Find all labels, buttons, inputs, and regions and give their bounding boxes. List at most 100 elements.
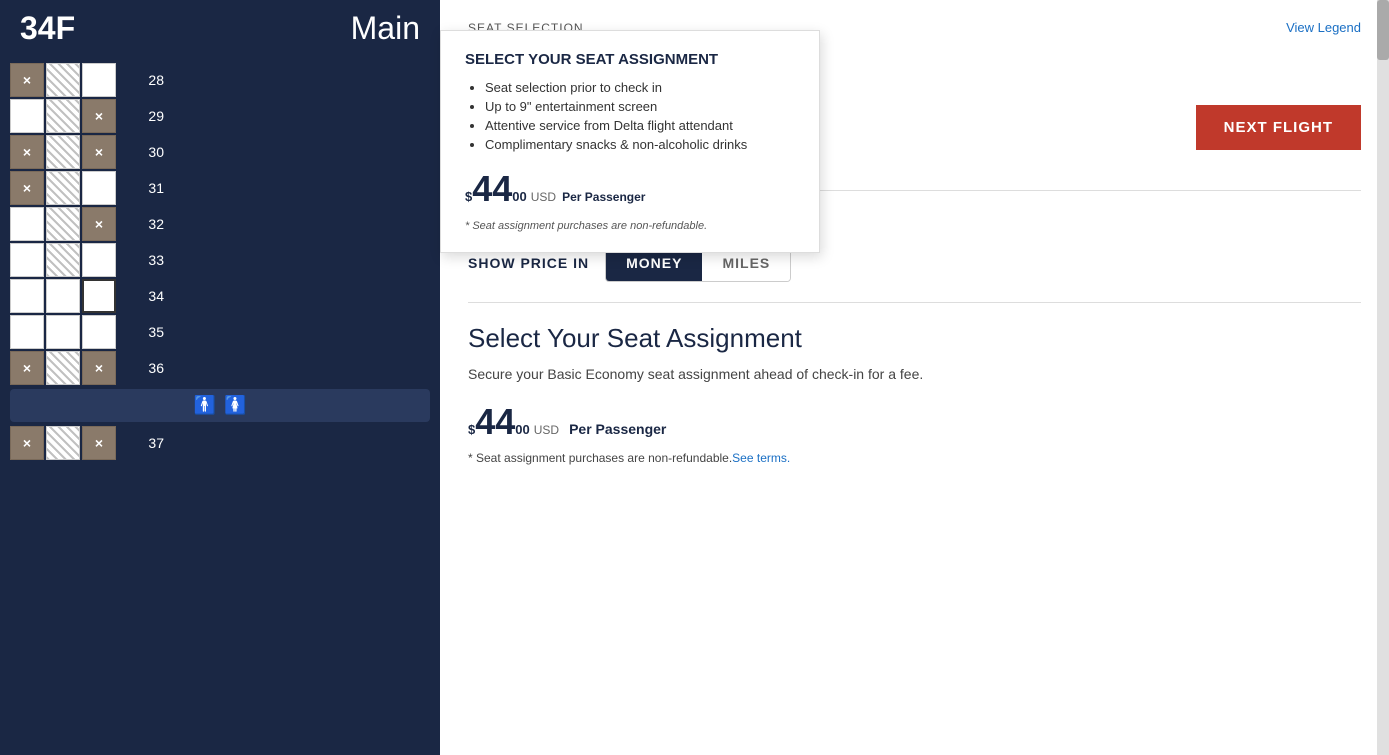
divider-2 (468, 302, 1361, 303)
seats-left (10, 315, 116, 349)
table-row: × 32 (0, 207, 440, 241)
row-number: 28 (136, 72, 164, 88)
seat[interactable] (46, 207, 80, 241)
price-row: $ 44 00 USD Per Passenger (468, 401, 1361, 443)
price-per: Per Passenger (562, 190, 645, 204)
seat-id: 34F (20, 10, 75, 47)
seats-left: × (10, 207, 116, 241)
seat[interactable] (46, 315, 80, 349)
popup-note: * Seat assignment purchases are non-refu… (465, 220, 795, 232)
table-row: 33 (0, 243, 440, 277)
row-number: 33 (136, 252, 164, 268)
row-number: 36 (136, 360, 164, 376)
scrollbar-thumb[interactable] (1377, 0, 1389, 60)
price-amount: 44 (472, 168, 512, 210)
feature-item: Seat selection prior to check in (485, 80, 795, 95)
seat-detail-popup: SELECT YOUR SEAT ASSIGNMENT Seat selecti… (440, 30, 820, 253)
table-row: × 29 (0, 99, 440, 133)
table-row: 34 (0, 279, 440, 313)
seat[interactable]: × (10, 63, 44, 97)
seats-left (10, 279, 116, 313)
feature-item: Complimentary snacks & non-alcoholic dri… (485, 137, 795, 152)
row-number: 34 (136, 288, 164, 304)
refund-note: * Seat assignment purchases are non-refu… (468, 451, 1361, 465)
seats-left (10, 243, 116, 277)
seat[interactable] (46, 243, 80, 277)
restroom-area: 🚹 🚺 (10, 389, 430, 422)
seat[interactable]: × (82, 99, 116, 133)
row-number: 37 (136, 435, 164, 451)
seat[interactable]: × (10, 426, 44, 460)
person-icon: 🚺 (224, 395, 246, 416)
price-unit: USD (534, 423, 559, 437)
seat-map-header: 34F Main (0, 0, 440, 57)
seat-map: 34F Main × 28 × 29 × (0, 0, 440, 755)
next-flight-button[interactable]: NEXT FLIGHT (1196, 105, 1361, 150)
seat-selected[interactable] (82, 279, 116, 313)
section-title: Select Your Seat Assignment (468, 323, 1361, 354)
seats-left: × (10, 171, 116, 205)
see-terms-link[interactable]: See terms. (732, 451, 790, 465)
price-cents: 00 (512, 189, 526, 204)
seat[interactable]: × (82, 351, 116, 385)
person-icon: 🚹 (194, 395, 216, 416)
seat[interactable] (46, 135, 80, 169)
price-main: 44 (475, 401, 515, 443)
row-number: 29 (136, 108, 164, 124)
seat[interactable] (10, 279, 44, 313)
table-row: × × 36 (0, 351, 440, 385)
seat[interactable] (46, 279, 80, 313)
show-price-label: SHOW PRICE IN (468, 255, 589, 271)
seat[interactable]: × (10, 135, 44, 169)
seat[interactable] (46, 63, 80, 97)
seat[interactable]: × (82, 426, 116, 460)
scrollbar[interactable] (1377, 0, 1389, 755)
popup-price: $ 44 00 USD Per Passenger (465, 168, 795, 210)
price-dollar-sign: $ (465, 189, 472, 204)
seat[interactable] (10, 315, 44, 349)
view-legend-link[interactable]: View Legend (1286, 20, 1361, 35)
seat[interactable] (82, 315, 116, 349)
price-sym: $ (468, 422, 475, 437)
seats-left: × × (10, 426, 116, 460)
seat[interactable] (46, 171, 80, 205)
seats-left: × × (10, 135, 116, 169)
table-row: × 31 (0, 171, 440, 205)
seat[interactable] (82, 243, 116, 277)
seats-left: × × (10, 351, 116, 385)
section-desc: Secure your Basic Economy seat assignmen… (468, 364, 1361, 385)
seat-map-rows: × 28 × 29 × × 30 (0, 57, 440, 466)
row-number: 35 (136, 324, 164, 340)
popup-features: Seat selection prior to check in Up to 9… (465, 80, 795, 152)
feature-item: Up to 9" entertainment screen (485, 99, 795, 114)
seats-left: × (10, 63, 116, 97)
seats-left: × (10, 99, 116, 133)
seat-class: Main (351, 10, 420, 47)
seat[interactable] (10, 243, 44, 277)
seat[interactable] (82, 171, 116, 205)
table-row: × 28 (0, 63, 440, 97)
price-sup: 00 (515, 422, 529, 437)
feature-item: Attentive service from Delta flight atte… (485, 118, 795, 133)
seat[interactable] (46, 99, 80, 133)
seat-assignment-section: Select Your Seat Assignment Secure your … (468, 323, 1361, 465)
row-number: 30 (136, 144, 164, 160)
seat[interactable] (46, 426, 80, 460)
seat[interactable]: × (82, 135, 116, 169)
seat[interactable]: × (10, 351, 44, 385)
refund-text: * Seat assignment purchases are non-refu… (468, 451, 732, 465)
row-number: 32 (136, 216, 164, 232)
table-row: × × 37 (0, 426, 440, 460)
seat[interactable]: × (10, 171, 44, 205)
seat[interactable]: × (82, 207, 116, 241)
row-number: 31 (136, 180, 164, 196)
price-usd: USD (531, 190, 556, 204)
seat[interactable] (46, 351, 80, 385)
seat[interactable] (10, 99, 44, 133)
table-row: × × 30 (0, 135, 440, 169)
table-row: 35 (0, 315, 440, 349)
popup-title: SELECT YOUR SEAT ASSIGNMENT (465, 51, 795, 68)
seat[interactable] (82, 63, 116, 97)
price-per-passenger: Per Passenger (569, 421, 666, 437)
seat[interactable] (10, 207, 44, 241)
